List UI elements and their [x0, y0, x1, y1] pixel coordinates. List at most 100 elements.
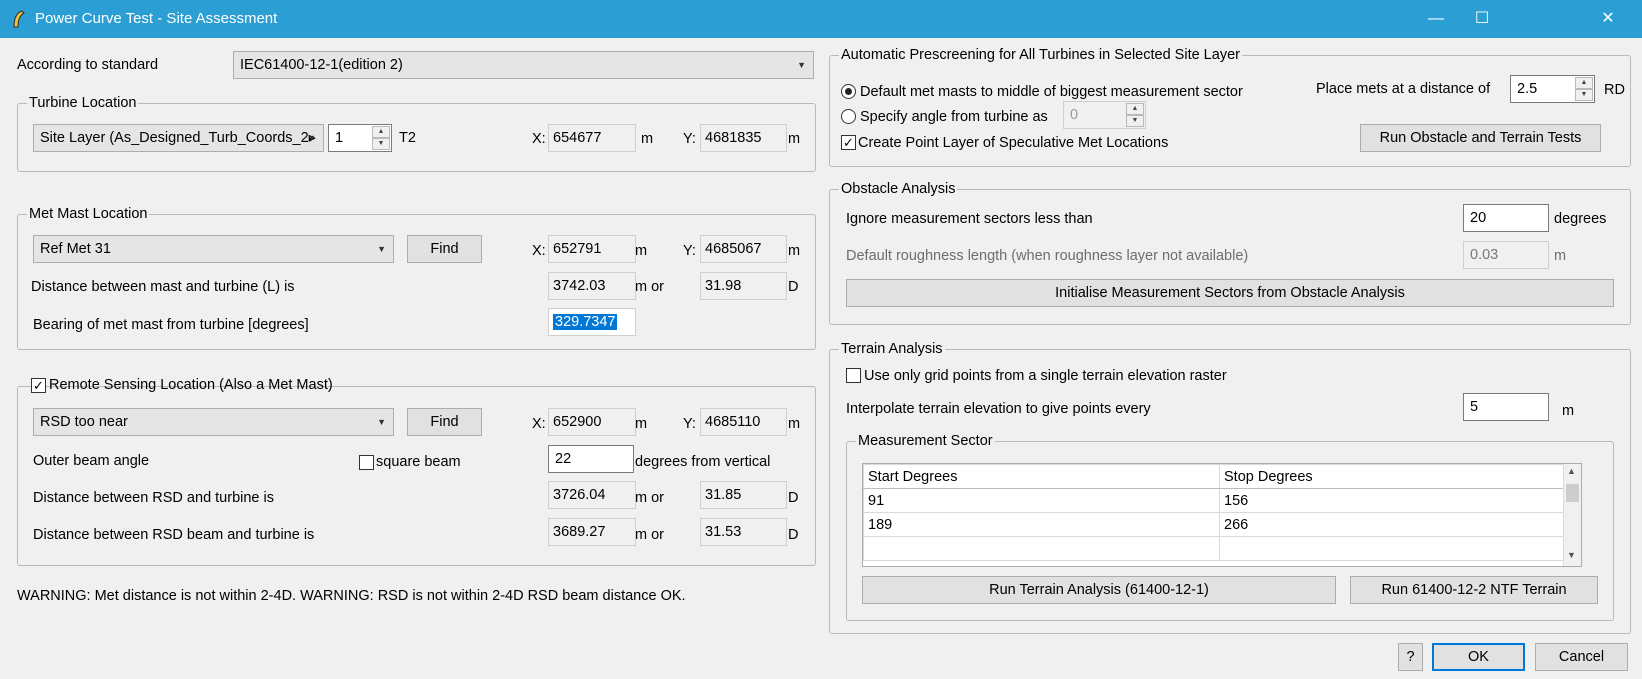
- turbine-index-stepper[interactable]: 1 ▲ ▼: [328, 124, 392, 152]
- init-sectors-button[interactable]: Initialise Measurement Sectors from Obst…: [846, 279, 1614, 307]
- app-icon: [13, 10, 25, 28]
- interpolate-label: Interpolate terrain elevation to give po…: [846, 401, 1151, 417]
- turbine-location-title: Turbine Location: [27, 95, 139, 111]
- met-y-label: Y:: [683, 243, 696, 259]
- default-mast-label: Default met masts to middle of biggest m…: [860, 84, 1243, 100]
- ignore-sectors-label: Ignore measurement sectors less than: [846, 211, 1093, 227]
- spin-up-icon: ▲: [1126, 103, 1144, 115]
- met-x-field: 652791: [548, 235, 636, 263]
- help-button[interactable]: ?: [1398, 643, 1423, 671]
- interpolate-unit: m: [1562, 403, 1575, 419]
- run-terrain-button[interactable]: Run Terrain Analysis (61400-12-1): [862, 576, 1336, 604]
- table-cell[interactable]: 189: [863, 512, 1220, 537]
- maximize-icon[interactable]: ☐: [1459, 0, 1505, 38]
- single-raster-checkbox[interactable]: [846, 368, 861, 383]
- ok-button[interactable]: OK: [1432, 643, 1525, 671]
- beam-distance-d-field: 31.53: [700, 518, 787, 546]
- title-bar: Power Curve Test - Site Assessment — ☐ ✕: [0, 0, 1642, 38]
- prescreening-title: Automatic Prescreening for All Turbines …: [839, 47, 1242, 63]
- scrollbar-thumb[interactable]: [1566, 484, 1579, 502]
- sector-table-scrollbar[interactable]: ▲ ▼: [1563, 464, 1581, 566]
- table-row[interactable]: 189 266: [863, 512, 1575, 537]
- met-mast-title: Met Mast Location: [27, 206, 150, 222]
- table-row[interactable]: 91 156: [863, 488, 1575, 513]
- radio-dot-icon: [845, 88, 852, 95]
- spin-up-icon[interactable]: ▲: [372, 126, 390, 138]
- table-cell[interactable]: 156: [1219, 488, 1575, 513]
- default-mast-radio[interactable]: [841, 84, 856, 99]
- rsd-y-label: Y:: [683, 416, 696, 432]
- cancel-button[interactable]: Cancel: [1535, 643, 1628, 671]
- scroll-down-icon[interactable]: ▼: [1567, 550, 1576, 560]
- met-mast-find-button[interactable]: Find: [407, 235, 482, 263]
- point-layer-checkbox[interactable]: ✓: [841, 135, 856, 150]
- table-cell[interactable]: 91: [863, 488, 1220, 513]
- spin-down-icon[interactable]: ▼: [1575, 89, 1593, 101]
- window-title: Power Curve Test - Site Assessment: [35, 10, 278, 27]
- rsd-find-button[interactable]: Find: [407, 408, 482, 436]
- run-ntf-terrain-button[interactable]: Run 61400-12-2 NTF Terrain: [1350, 576, 1598, 604]
- standard-value: IEC61400-12-1(edition 2): [240, 57, 403, 73]
- rsd-distance-d-unit: D: [788, 490, 799, 506]
- sector-table: Start Degrees Stop Degrees 91 156 189 26…: [863, 464, 1575, 561]
- remote-sensing-checkbox[interactable]: ✓: [31, 378, 46, 393]
- table-cell[interactable]: [863, 536, 1220, 561]
- square-beam-checkbox[interactable]: [359, 455, 374, 470]
- warning-text: WARNING: Met distance is not within 2-4D…: [17, 588, 686, 604]
- table-cell[interactable]: [1219, 536, 1575, 561]
- met-distance-d-field: 31.98: [700, 272, 787, 300]
- turbine-name: T2: [399, 130, 416, 146]
- obstacle-title: Obstacle Analysis: [839, 181, 958, 197]
- close-icon[interactable]: ✕: [1585, 0, 1631, 38]
- spin-down-icon[interactable]: ▼: [372, 138, 390, 150]
- beam-angle-label: Outer beam angle: [33, 453, 150, 469]
- rsd-distance-d-field: 31.85: [700, 481, 787, 509]
- interpolate-input[interactable]: 5: [1463, 393, 1549, 421]
- column-header-stop[interactable]: Stop Degrees: [1219, 464, 1575, 489]
- distance-unit: RD: [1604, 82, 1625, 98]
- rsd-select[interactable]: RSD too near ▼: [33, 408, 394, 436]
- turbine-layer-value: Site Layer (As_Designed_Turb_Coords_2⁠▸: [40, 130, 316, 146]
- rsd-distance-m-field: 3726.04: [548, 481, 636, 509]
- distance-value: 2.5: [1517, 81, 1538, 97]
- beam-distance-m-field: 3689.27: [548, 518, 636, 546]
- scroll-up-icon[interactable]: ▲: [1567, 466, 1576, 476]
- distance-stepper[interactable]: 2.5 ▲ ▼: [1510, 75, 1595, 103]
- chevron-down-icon: ▼: [377, 244, 386, 254]
- standard-label: According to standard: [17, 57, 159, 73]
- spin-up-icon[interactable]: ▲: [1575, 77, 1593, 89]
- bearing-value: 329.7347: [553, 314, 618, 330]
- bearing-field[interactable]: 329.7347: [548, 308, 636, 336]
- met-x-label: X:: [532, 243, 546, 259]
- met-mast-select[interactable]: Ref Met 31 ▼: [33, 235, 394, 263]
- table-row[interactable]: [863, 536, 1575, 561]
- met-distance-d-unit: D: [788, 279, 799, 295]
- minimize-icon[interactable]: —: [1413, 0, 1459, 38]
- turbine-x-label: X:: [532, 131, 546, 147]
- chevron-down-icon: ▼: [377, 417, 386, 427]
- angle-value: 0: [1070, 107, 1079, 123]
- standard-select[interactable]: IEC61400-12-1(edition 2) ▼: [233, 51, 814, 79]
- met-y-unit: m: [788, 243, 801, 259]
- column-header-start[interactable]: Start Degrees: [863, 464, 1220, 489]
- rsd-x-label: X:: [532, 416, 546, 432]
- spin-down-icon: ▼: [1126, 115, 1144, 127]
- beam-angle-input[interactable]: 22: [548, 445, 634, 473]
- bearing-label: Bearing of met mast from turbine [degree…: [33, 317, 309, 333]
- run-obstacle-terrain-button[interactable]: Run Obstacle and Terrain Tests: [1360, 124, 1601, 152]
- table-cell[interactable]: 266: [1219, 512, 1575, 537]
- rsd-y-field: 4685110: [700, 408, 787, 436]
- chevron-down-icon: ▼: [307, 133, 316, 143]
- met-distance-m-field: 3742.03: [548, 272, 636, 300]
- turbine-layer-select[interactable]: Site Layer (As_Designed_Turb_Coords_2⁠▸ …: [33, 124, 324, 152]
- roughness-input: 0.03: [1463, 241, 1549, 269]
- roughness-label: Default roughness length (when roughness…: [846, 248, 1249, 264]
- turbine-index-value: 1: [335, 130, 344, 146]
- ignore-sectors-input[interactable]: 20: [1463, 204, 1549, 232]
- turbine-y-field: 4681835: [700, 124, 787, 152]
- sector-table-container: Start Degrees Stop Degrees 91 156 189 26…: [862, 463, 1582, 567]
- specify-angle-radio[interactable]: [841, 109, 856, 124]
- single-raster-label: Use only grid points from a single terra…: [864, 368, 1227, 384]
- distance-label: Place mets at a distance of: [1316, 81, 1491, 97]
- met-distance-or: m or: [635, 279, 664, 295]
